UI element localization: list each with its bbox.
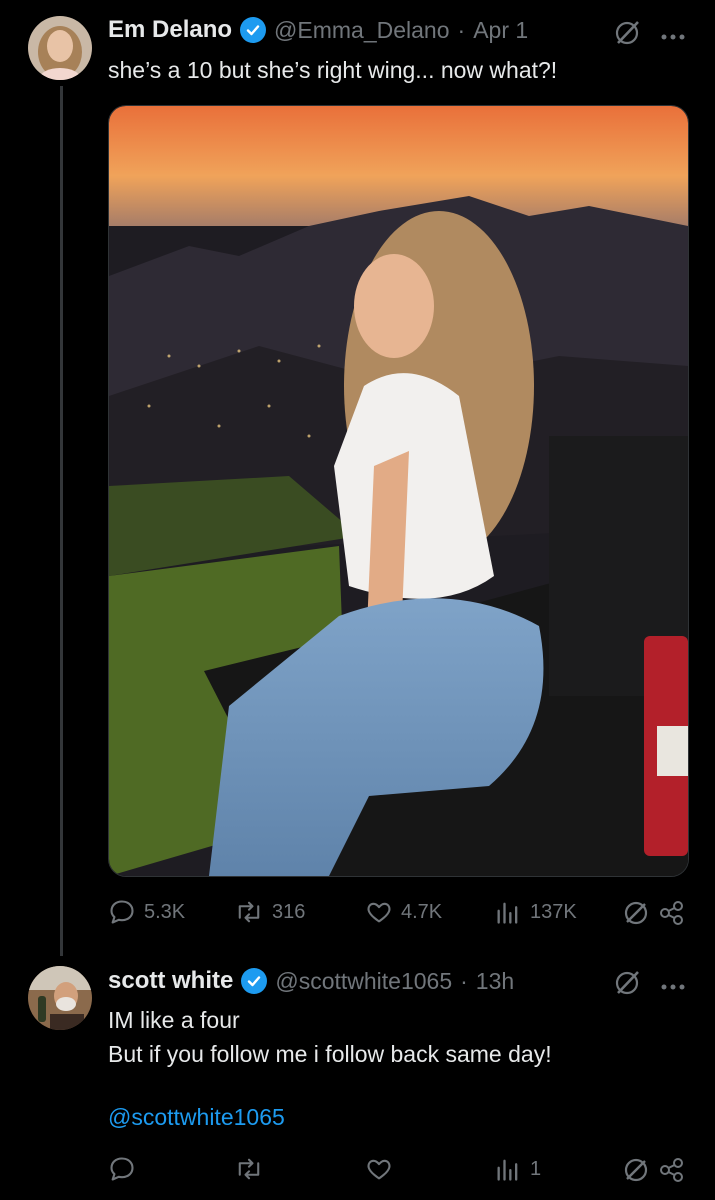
reply-button[interactable]: [108, 1155, 136, 1183]
tweet-header: Em Delano @Emma_Delano · Apr 1: [108, 16, 528, 44]
repost-button[interactable]: 316: [234, 898, 305, 926]
tweet-text: she’s a 10 but she’s right wing... now w…: [108, 57, 558, 83]
author-name[interactable]: Em Delano: [108, 16, 232, 44]
author-handle[interactable]: @Emma_Delano: [274, 17, 449, 44]
mention-link[interactable]: @scottwhite1065: [108, 1104, 285, 1131]
grok-icon[interactable]: [612, 18, 642, 53]
reply-icon: [110, 900, 134, 924]
reply-header: scott white @scottwhite1065 · 13h: [108, 967, 514, 995]
reply-author-avatar[interactable]: [28, 966, 92, 1030]
views-button[interactable]: 137K: [494, 898, 577, 926]
verified-badge-icon[interactable]: [241, 968, 268, 994]
repost-icon: [238, 1158, 260, 1180]
separator-dot: ·: [460, 967, 468, 994]
grok-icon[interactable]: [622, 1156, 650, 1189]
reply-icon: [110, 1157, 134, 1181]
more-options-icon[interactable]: [660, 28, 686, 46]
share-icon[interactable]: [658, 899, 686, 932]
tweet-time[interactable]: Apr 1: [473, 17, 528, 44]
views-icon: [497, 902, 518, 924]
views-count: 1: [530, 1157, 542, 1180]
reply-text-line-2: But if you follow me i follow back same …: [108, 1041, 552, 1067]
reply-time[interactable]: 13h: [476, 968, 514, 995]
views-count: 137K: [530, 900, 577, 923]
verified-badge-icon[interactable]: [240, 17, 267, 43]
like-button[interactable]: 4.7K: [365, 898, 442, 926]
like-count: 4.7K: [401, 900, 443, 923]
repost-count: 316: [272, 900, 306, 923]
share-icon[interactable]: [658, 1156, 686, 1189]
tweet-photo[interactable]: [108, 105, 689, 877]
views-button[interactable]: 1: [494, 1155, 541, 1183]
author-avatar[interactable]: [28, 16, 92, 80]
thread-connector-line: [60, 86, 63, 956]
reply-author-handle[interactable]: @scottwhite1065: [275, 968, 452, 995]
repost-button[interactable]: [234, 1155, 264, 1183]
separator-dot: ·: [457, 16, 466, 43]
repost-icon: [238, 901, 260, 923]
more-options-icon[interactable]: [660, 978, 686, 996]
grok-icon[interactable]: [612, 968, 642, 1003]
reply-text-line-1: IM like a four: [108, 1007, 240, 1033]
reply-author-name[interactable]: scott white: [108, 967, 233, 995]
heart-icon: [367, 1159, 391, 1180]
grok-icon[interactable]: [622, 899, 650, 932]
reply-button[interactable]: 5.3K: [108, 898, 185, 926]
views-icon: [497, 1159, 518, 1181]
reply-count: 5.3K: [144, 900, 186, 923]
heart-icon: [367, 902, 391, 923]
like-button[interactable]: [365, 1155, 393, 1183]
